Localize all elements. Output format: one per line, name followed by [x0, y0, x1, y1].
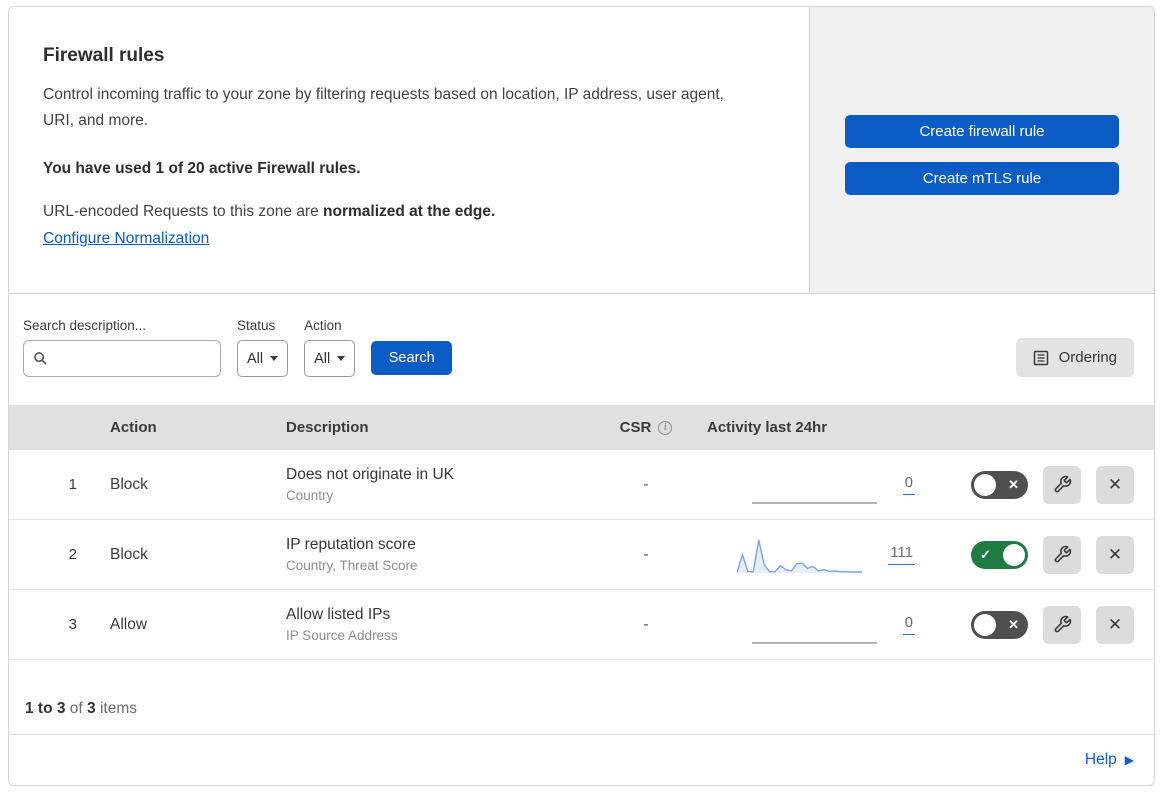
activity-sparkline: [751, 604, 877, 646]
delete-rule-button[interactable]: ✕: [1096, 605, 1134, 644]
delete-rule-button[interactable]: ✕: [1096, 535, 1134, 574]
pagination-range: 1 to 3: [25, 700, 66, 717]
rule-enabled-toggle[interactable]: ✓ ✕: [971, 540, 1028, 569]
edit-rule-button[interactable]: [1043, 605, 1081, 644]
page-title: Firewall rules: [43, 45, 165, 66]
toggle-knob: [974, 613, 996, 636]
action-selected-value: All: [314, 350, 331, 367]
info-icon[interactable]: i: [658, 420, 673, 435]
hero-text-card: Firewall rules Control incoming traffic …: [9, 7, 809, 293]
usage-summary: You have used 1 of 20 active Firewall ru…: [43, 160, 361, 178]
action-filter-group: Action All: [304, 318, 356, 377]
close-icon: ✕: [1107, 474, 1123, 494]
rule-description: Does not originate in UK: [286, 466, 455, 483]
ordering-list-icon: [1033, 350, 1048, 365]
create-mtls-rule-button[interactable]: Create mTLS rule: [845, 162, 1119, 195]
help-bar: Help ▶: [9, 735, 1154, 785]
normalization-bold: normalized at the edge.: [323, 203, 496, 221]
ordering-label: Ordering: [1058, 349, 1117, 366]
rule-csr-value: -: [643, 615, 649, 633]
table-row: 3 Allow Allow listed IPs IP Source Addre…: [9, 590, 1154, 660]
chevron-down-icon: [270, 356, 279, 361]
action-select[interactable]: All: [304, 340, 356, 377]
hero-actions-panel: Create firewall rule Create mTLS rule: [809, 7, 1154, 293]
filter-bar: Search description... Status All Action …: [9, 294, 1154, 405]
rule-enabled-toggle[interactable]: ✓ ✕: [971, 470, 1028, 499]
pagination-status: 1 to 3 of 3 items: [9, 660, 1154, 735]
rule-csr-value: -: [643, 545, 649, 563]
configure-normalization-link[interactable]: Configure Normalization: [43, 230, 209, 248]
rule-action: Allow: [110, 615, 148, 633]
firewall-rules-panel: Firewall rules Control incoming traffic …: [8, 6, 1155, 786]
activity-column-header: Activity last 24hr: [707, 419, 828, 436]
rule-criteria: Country: [286, 488, 334, 503]
x-icon: ✕: [1008, 616, 1019, 632]
rule-description: Allow listed IPs: [286, 606, 391, 623]
normalization-note: URL-encoded Requests to this zone are no…: [43, 203, 769, 221]
search-input[interactable]: [54, 349, 211, 368]
normalization-text: URL-encoded Requests to this zone are: [43, 203, 324, 221]
table-header-row: Action Description CSR i Activity last 2…: [9, 405, 1154, 450]
status-label: Status: [237, 318, 276, 333]
rule-action: Block: [110, 475, 148, 493]
wrench-icon: [1054, 475, 1071, 493]
edit-rule-button[interactable]: [1043, 535, 1081, 574]
help-label: Help: [1084, 751, 1117, 768]
action-column-header: Action: [110, 419, 157, 436]
rule-enabled-toggle[interactable]: ✓ ✕: [971, 610, 1028, 639]
rule-criteria: Country, Threat Score: [286, 558, 418, 573]
status-filter-group: Status All: [237, 318, 289, 377]
pagination-total: 3: [87, 700, 96, 717]
csr-column-header: CSR i: [594, 419, 698, 436]
help-link[interactable]: Help ▶: [1085, 751, 1134, 769]
activity-count-link[interactable]: 0: [902, 474, 915, 495]
page-description: Control incoming traffic to your zone by…: [43, 86, 724, 130]
activity-count-link[interactable]: 111: [888, 544, 915, 565]
action-label: Action: [304, 318, 342, 333]
search-group: Search description...: [23, 318, 221, 377]
status-selected-value: All: [247, 350, 264, 367]
status-select[interactable]: All: [237, 340, 289, 377]
search-label: Search description...: [23, 318, 147, 333]
chevron-down-icon: [337, 356, 346, 361]
toggle-knob: [974, 473, 996, 496]
rule-priority: 2: [68, 546, 77, 563]
rule-csr-value: -: [643, 475, 649, 493]
activity-count-link[interactable]: 0: [902, 614, 915, 635]
rule-action: Block: [110, 545, 148, 563]
rule-criteria: IP Source Address: [286, 628, 398, 643]
wrench-icon: [1054, 615, 1071, 633]
edit-rule-button[interactable]: [1043, 465, 1081, 504]
activity-sparkline: [751, 464, 877, 506]
close-icon: ✕: [1107, 544, 1123, 564]
search-button[interactable]: Search: [371, 341, 453, 375]
x-icon: ✕: [1008, 476, 1019, 492]
rules-table: Action Description CSR i Activity last 2…: [9, 405, 1154, 660]
check-icon: ✓: [980, 546, 991, 562]
create-firewall-rule-button[interactable]: Create firewall rule: [845, 115, 1119, 148]
hero-section: Firewall rules Control incoming traffic …: [9, 7, 1154, 294]
delete-rule-button[interactable]: ✕: [1096, 465, 1134, 504]
description-column-header: Description: [286, 419, 369, 436]
activity-sparkline: [736, 534, 863, 576]
help-arrow-icon: ▶: [1124, 753, 1134, 767]
wrench-icon: [1054, 545, 1071, 563]
search-icon: [34, 352, 47, 365]
rule-priority: 3: [68, 616, 77, 633]
table-row: 1 Block Does not originate in UK Country…: [9, 450, 1154, 520]
table-row: 2 Block IP reputation score Country, Thr…: [9, 520, 1154, 590]
close-icon: ✕: [1107, 614, 1123, 634]
ordering-button[interactable]: Ordering: [1015, 338, 1134, 377]
rule-priority: 1: [68, 476, 77, 493]
toggle-knob: [1003, 543, 1025, 566]
search-box[interactable]: [23, 340, 221, 377]
rule-description: IP reputation score: [286, 536, 416, 553]
